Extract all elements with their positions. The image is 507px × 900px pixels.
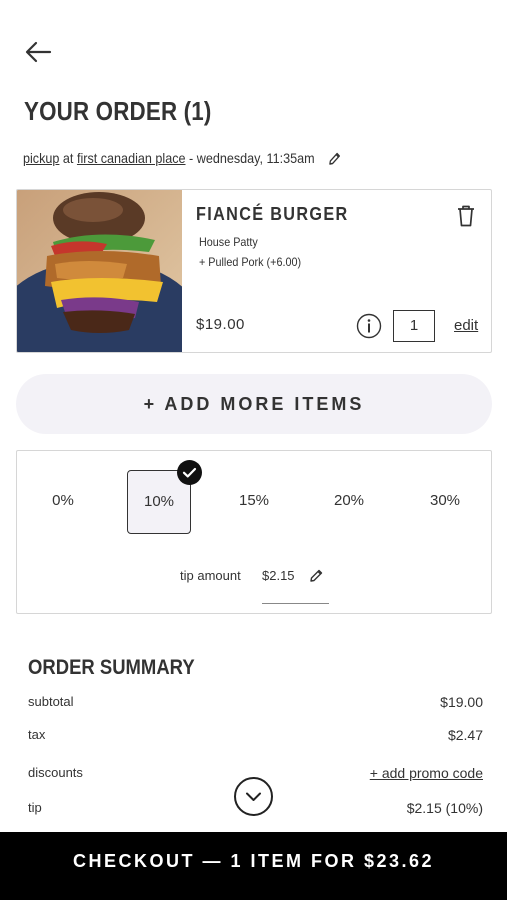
chevron-down-icon [246,792,261,801]
scroll-down-button[interactable] [234,777,273,816]
cart-item-card: FIANCÉ BURGER House Patty + Pulled Pork … [16,189,492,353]
edit-item-link[interactable]: edit [454,317,478,334]
item-modifier: + Pulled Pork (+6.00) [199,255,302,269]
tip-option-30[interactable]: 30% [413,470,477,534]
item-name: FIANCÉ BURGER [196,204,349,224]
tip-selector: 0% 10% 15% 20% 30% tip amount $2.15 [16,450,492,614]
discounts-label: discounts [28,765,83,780]
pickup-at-text: at [62,150,74,166]
item-modifier: House Patty [199,235,258,249]
pencil-icon[interactable] [327,151,341,167]
info-icon[interactable] [356,313,382,339]
pencil-icon[interactable] [308,568,324,584]
page-title: YOUR ORDER (1) [24,96,212,126]
subtotal-value: $19.00 [440,694,483,710]
add-promo-code-link[interactable]: + add promo code [370,765,483,781]
pickup-method-link[interactable]: pickup [23,150,59,166]
tip-option-20[interactable]: 20% [317,470,381,534]
checkout-button[interactable]: CHECKOUT — 1 ITEM FOR $23.62 [0,832,507,900]
item-price: $19.00 [196,316,245,333]
pickup-time: - wednesday, 11:35am [189,150,315,166]
tip-value: $2.15 (10%) [406,800,483,816]
add-more-items-button[interactable]: + ADD MORE ITEMS [16,374,492,434]
checkmark-icon [177,460,202,485]
tax-value: $2.47 [447,727,483,743]
trash-icon[interactable] [455,204,477,228]
tip-amount-value: $2.15 [262,568,295,583]
subtotal-label: subtotal [28,694,74,709]
order-summary-title: ORDER SUMMARY [28,656,195,679]
tax-label: tax [28,727,46,742]
tip-option-15[interactable]: 15% [222,470,286,534]
arrow-left-icon [25,41,52,63]
pickup-location-link[interactable]: first canadian place [77,150,186,166]
tip-option-0[interactable]: 0% [31,470,95,534]
tip-amount-underline [262,603,329,604]
tip-amount-label: tip amount [180,568,241,583]
tip-label: tip [28,800,42,815]
back-button[interactable] [24,38,54,66]
quantity-field[interactable]: 1 [393,310,435,342]
item-photo [17,190,182,352]
pickup-info: pickup at first canadian place - wednesd… [23,150,342,167]
